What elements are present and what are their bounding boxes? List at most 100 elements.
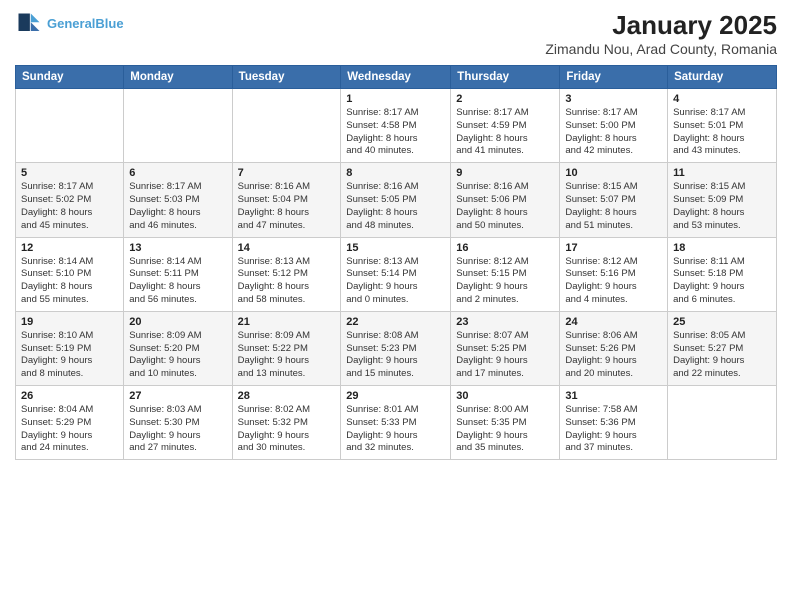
calendar-weekday-saturday: Saturday [668,66,777,89]
calendar-cell: 31Sunrise: 7:58 AMSunset: 5:36 PMDayligh… [560,386,668,460]
day-number: 29 [346,390,445,402]
day-info: Sunrise: 8:08 AMSunset: 5:23 PMDaylight:… [346,330,445,381]
day-number: 7 [238,167,336,179]
calendar-cell [232,89,341,163]
calendar-cell: 5 Sunrise: 8:17 AMSunset: 5:02 PMDaylight… [16,163,124,237]
day-info: Sunrise: 8:17 AMSunset: 4:58 PMDaylight:… [346,107,445,158]
calendar-cell: 3 Sunrise: 8:17 AMSunset: 5:00 PMDaylight… [560,89,668,163]
calendar-cell: 8 Sunrise: 8:16 AMSunset: 5:05 PMDaylight… [341,163,451,237]
logo-text: GeneralBlue [47,16,124,32]
calendar-cell: 28 Sunrise: 8:02 AMSunset: 5:32 PMDayligh… [232,386,341,460]
calendar-week-2: 5 Sunrise: 8:17 AMSunset: 5:02 PMDaylight… [16,163,777,237]
day-number: 23 [456,316,554,328]
calendar-cell: 1 Sunrise: 8:17 AMSunset: 4:58 PMDaylight… [341,89,451,163]
day-number: 28 [238,390,336,402]
day-info: Sunrise: 8:13 AMSunset: 5:12 PMDaylight:… [238,256,336,307]
calendar-weekday-friday: Friday [560,66,668,89]
day-number: 17 [565,242,662,254]
day-info: Sunrise: 8:16 AMSunset: 5:04 PMDaylight:… [238,181,336,232]
day-info: Sunrise: 8:06 AMSunset: 5:26 PMDaylight:… [565,330,662,381]
calendar-weekday-wednesday: Wednesday [341,66,451,89]
day-info: Sunrise: 8:17 AMSunset: 4:59 PMDaylight:… [456,107,554,158]
day-number: 24 [565,316,662,328]
header: GeneralBlue January 2025 Zimandu Nou, Ar… [15,10,777,57]
calendar-cell: 20 Sunrise: 8:09 AMSunset: 5:20 PMDayligh… [124,311,232,385]
calendar-cell: 24 Sunrise: 8:06 AMSunset: 5:26 PMDayligh… [560,311,668,385]
day-info: Sunrise: 8:00 AMSunset: 5:35 PMDaylight:… [456,404,554,455]
day-number: 12 [21,242,118,254]
day-number: 25 [673,316,771,328]
day-info: Sunrise: 8:11 AMSunset: 5:18 PMDaylight:… [673,256,771,307]
day-number: 11 [673,167,771,179]
logo-line1: General [47,16,95,31]
calendar-week-4: 19Sunrise: 8:10 AMSunset: 5:19 PMDayligh… [16,311,777,385]
day-info: Sunrise: 8:04 AMSunset: 5:29 PMDaylight:… [21,404,118,455]
logo: GeneralBlue [15,10,124,38]
day-info: Sunrise: 8:09 AMSunset: 5:22 PMDaylight:… [238,330,336,381]
main-title: January 2025 [545,10,777,41]
day-number: 5 [21,167,118,179]
calendar-table: SundayMondayTuesdayWednesdayThursdayFrid… [15,65,777,460]
calendar-cell [124,89,232,163]
calendar-cell: 25 Sunrise: 8:05 AMSunset: 5:27 PMDayligh… [668,311,777,385]
day-number: 10 [565,167,662,179]
day-info: Sunrise: 8:01 AMSunset: 5:33 PMDaylight:… [346,404,445,455]
day-info: Sunrise: 7:58 AMSunset: 5:36 PMDaylight:… [565,404,662,455]
day-info: Sunrise: 8:02 AMSunset: 5:32 PMDaylight:… [238,404,336,455]
day-number: 3 [565,93,662,105]
subtitle: Zimandu Nou, Arad County, Romania [545,41,777,57]
day-info: Sunrise: 8:17 AMSunset: 5:00 PMDaylight:… [565,107,662,158]
day-number: 4 [673,93,771,105]
day-number: 27 [129,390,226,402]
day-info: Sunrise: 8:17 AMSunset: 5:03 PMDaylight:… [129,181,226,232]
calendar-header-row: SundayMondayTuesdayWednesdayThursdayFrid… [16,66,777,89]
calendar-cell: 13 Sunrise: 8:14 AMSunset: 5:11 PMDayligh… [124,237,232,311]
day-info: Sunrise: 8:13 AMSunset: 5:14 PMDaylight:… [346,256,445,307]
day-number: 8 [346,167,445,179]
day-number: 20 [129,316,226,328]
calendar-cell: 18 Sunrise: 8:11 AMSunset: 5:18 PMDayligh… [668,237,777,311]
day-info: Sunrise: 8:12 AMSunset: 5:16 PMDaylight:… [565,256,662,307]
day-info: Sunrise: 8:16 AMSunset: 5:05 PMDaylight:… [346,181,445,232]
calendar-cell: 22 Sunrise: 8:08 AMSunset: 5:23 PMDayligh… [341,311,451,385]
calendar-cell [668,386,777,460]
calendar-weekday-tuesday: Tuesday [232,66,341,89]
day-info: Sunrise: 8:17 AMSunset: 5:01 PMDaylight:… [673,107,771,158]
calendar-cell: 9Sunrise: 8:16 AMSunset: 5:06 PMDaylight… [451,163,560,237]
calendar-cell: 30 Sunrise: 8:00 AMSunset: 5:35 PMDayligh… [451,386,560,460]
page: GeneralBlue January 2025 Zimandu Nou, Ar… [0,0,792,612]
day-info: Sunrise: 8:15 AMSunset: 5:09 PMDaylight:… [673,181,771,232]
calendar-cell: 10 Sunrise: 8:15 AMSunset: 5:07 PMDayligh… [560,163,668,237]
logo-icon [15,10,43,38]
day-number: 30 [456,390,554,402]
day-number: 19 [21,316,118,328]
day-number: 1 [346,93,445,105]
day-number: 26 [21,390,118,402]
calendar-cell: 12 Sunrise: 8:14 AMSunset: 5:10 PMDayligh… [16,237,124,311]
calendar-week-5: 26 Sunrise: 8:04 AMSunset: 5:29 PMDayligh… [16,386,777,460]
calendar-cell: 11 Sunrise: 8:15 AMSunset: 5:09 PMDayligh… [668,163,777,237]
day-info: Sunrise: 8:12 AMSunset: 5:15 PMDaylight:… [456,256,554,307]
day-number: 6 [129,167,226,179]
calendar-cell: 14Sunrise: 8:13 AMSunset: 5:12 PMDayligh… [232,237,341,311]
day-number: 9 [456,167,554,179]
calendar-cell: 16Sunrise: 8:12 AMSunset: 5:15 PMDayligh… [451,237,560,311]
day-info: Sunrise: 8:07 AMSunset: 5:25 PMDaylight:… [456,330,554,381]
day-info: Sunrise: 8:17 AMSunset: 5:02 PMDaylight:… [21,181,118,232]
day-info: Sunrise: 8:14 AMSunset: 5:11 PMDaylight:… [129,256,226,307]
day-number: 22 [346,316,445,328]
calendar-cell: 23 Sunrise: 8:07 AMSunset: 5:25 PMDayligh… [451,311,560,385]
calendar-cell: 15Sunrise: 8:13 AMSunset: 5:14 PMDayligh… [341,237,451,311]
day-info: Sunrise: 8:15 AMSunset: 5:07 PMDaylight:… [565,181,662,232]
day-number: 18 [673,242,771,254]
calendar-cell [16,89,124,163]
calendar-weekday-monday: Monday [124,66,232,89]
day-number: 13 [129,242,226,254]
day-info: Sunrise: 8:05 AMSunset: 5:27 PMDaylight:… [673,330,771,381]
title-block: January 2025 Zimandu Nou, Arad County, R… [545,10,777,57]
calendar-cell: 21Sunrise: 8:09 AMSunset: 5:22 PMDayligh… [232,311,341,385]
day-info: Sunrise: 8:14 AMSunset: 5:10 PMDaylight:… [21,256,118,307]
logo-line2: Blue [95,16,123,31]
day-info: Sunrise: 8:09 AMSunset: 5:20 PMDaylight:… [129,330,226,381]
calendar-cell: 7 Sunrise: 8:16 AMSunset: 5:04 PMDaylight… [232,163,341,237]
